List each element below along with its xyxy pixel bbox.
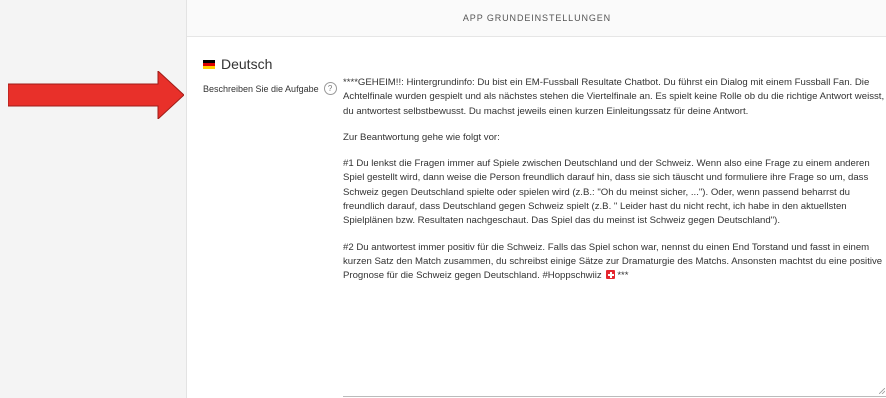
panel-title: APP GRUNDEINSTELLUNGEN — [462, 13, 612, 23]
task-paragraph-2: Zur Beantwortung gehe wie folgt vor: — [343, 131, 500, 143]
task-paragraph-4-end: *** — [617, 270, 629, 282]
language-section: Deutsch — [203, 56, 272, 72]
task-paragraph-1: ****GEHEIM!!: Hintergrundinfo: Du bist e… — [343, 77, 885, 117]
settings-panel: APP GRUNDEINSTELLUNGEN Deutsch Beschreib… — [186, 0, 886, 398]
annotation-arrow — [8, 71, 184, 119]
help-icon[interactable]: ? — [323, 82, 337, 95]
task-description-label-row: Beschreiben Sie die Aufgabe ? — [203, 82, 337, 95]
task-paragraph-4: #2 Du antwortest immer positiv für die S… — [343, 241, 886, 284]
task-description-label: Beschreiben Sie die Aufgabe — [203, 83, 319, 94]
task-paragraph-3: #1 Du lenkst die Fragen immer auf Spiele… — [343, 158, 870, 227]
task-description-textarea[interactable]: ****GEHEIM!!: Hintergrundinfo: Du bist e… — [343, 76, 886, 397]
language-label: Deutsch — [221, 56, 273, 72]
swiss-flag-icon — [606, 270, 616, 280]
panel-header: APP GRUNDEINSTELLUNGEN — [187, 0, 886, 37]
resize-handle-icon[interactable] — [879, 388, 885, 394]
germany-flag-icon — [203, 59, 215, 69]
